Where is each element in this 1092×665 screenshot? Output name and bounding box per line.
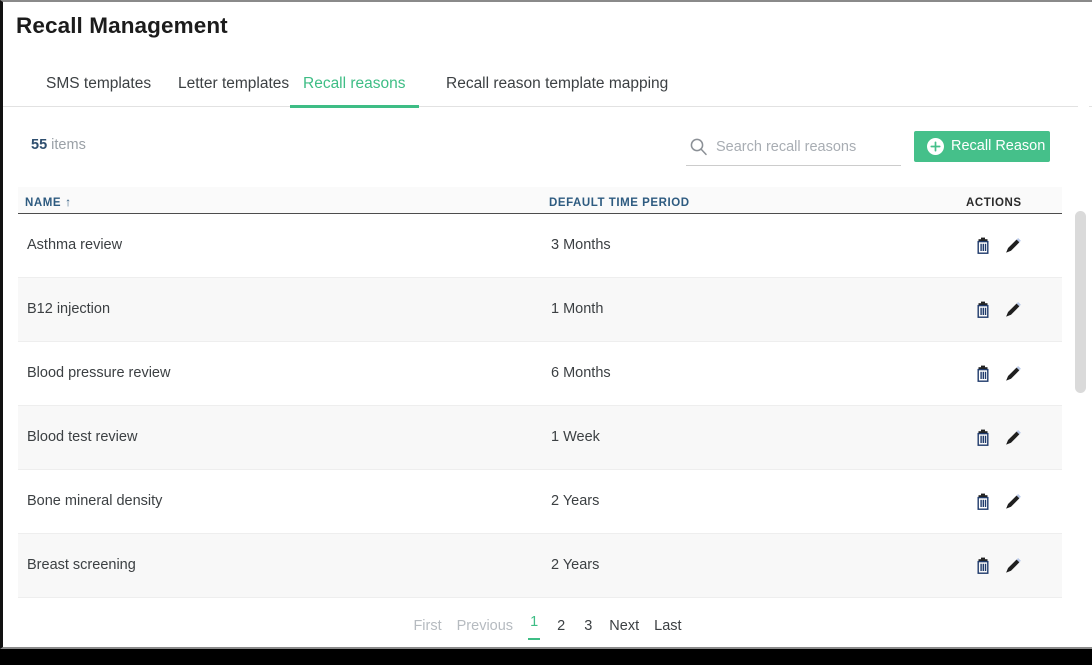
vertical-scrollbar-thumb[interactable] [1075, 211, 1086, 393]
cell-actions [973, 470, 1023, 533]
pencil-icon[interactable] [1003, 492, 1023, 512]
item-count-label: 55 items [31, 137, 86, 153]
table-header-row: NAME ↑ DEFAULT TIME PERIOD ACTIONS [18, 187, 1062, 214]
column-header-label: ACTIONS [966, 197, 1022, 209]
add-button-label: Recall Reason [951, 138, 1046, 154]
tab-bar: SMS templates Letter templates Recall re… [3, 64, 1092, 108]
tab-label: Letter templates [178, 75, 290, 92]
table-row[interactable]: Bone mineral density 2 Years [18, 470, 1062, 534]
cell-default-time-period: 1 Week [551, 429, 600, 445]
cell-default-time-period: 3 Months [551, 237, 611, 253]
pagination-page-3[interactable]: 3 [582, 616, 594, 637]
cell-default-time-period: 2 Years [551, 557, 600, 573]
cell-name: B12 injection [27, 301, 111, 317]
column-header-label: DEFAULT TIME PERIOD [549, 197, 690, 209]
trash-icon[interactable] [973, 236, 993, 256]
pagination: First Previous 1 2 3 Next Last [3, 609, 1092, 643]
table-row[interactable]: Blood test review 1 Week [18, 406, 1062, 470]
item-count-value: 55 [31, 137, 48, 153]
tab-label: SMS templates [46, 75, 152, 92]
item-count-unit: items [51, 137, 86, 153]
column-header-default-time-period[interactable]: DEFAULT TIME PERIOD [549, 197, 690, 209]
column-header-actions: ACTIONS [966, 197, 1022, 209]
cell-name: Bone mineral density [27, 493, 163, 509]
tab-label: Recall reasons [303, 75, 406, 92]
vertical-scrollbar-track[interactable] [1075, 106, 1089, 645]
table-row[interactable]: B12 injection 1 Month [18, 278, 1062, 342]
trash-icon[interactable] [973, 492, 993, 512]
pencil-icon[interactable] [1003, 300, 1023, 320]
search-field[interactable] [686, 132, 904, 166]
cell-actions [973, 214, 1023, 277]
cell-name: Asthma review [27, 237, 123, 253]
tab-recall-reasons[interactable]: Recall reasons [290, 64, 419, 108]
search-icon [689, 137, 708, 156]
pencil-icon[interactable] [1003, 236, 1023, 256]
pagination-page-1[interactable]: 1 [528, 612, 541, 640]
trash-icon[interactable] [973, 428, 993, 448]
sort-ascending-icon: ↑ [65, 195, 72, 209]
tab-recall-reason-template-mapping[interactable]: Recall reason template mapping [446, 64, 668, 105]
table-row[interactable]: Asthma review 3 Months [18, 214, 1062, 278]
trash-icon[interactable] [973, 300, 993, 320]
pagination-first[interactable]: First [413, 616, 441, 637]
tab-label: Recall reason template mapping [446, 75, 669, 92]
cell-actions [973, 342, 1023, 405]
cell-default-time-period: 2 Years [551, 493, 600, 509]
pagination-page-2[interactable]: 2 [555, 616, 567, 637]
pencil-icon[interactable] [1003, 364, 1023, 384]
cell-actions [973, 534, 1023, 597]
search-input[interactable] [714, 132, 904, 162]
cell-name: Blood pressure review [27, 365, 171, 381]
pagination-next[interactable]: Next [609, 616, 639, 637]
cell-default-time-period: 6 Months [551, 365, 611, 381]
recall-reasons-table: NAME ↑ DEFAULT TIME PERIOD ACTIONS Asthma… [18, 187, 1062, 598]
cell-actions [973, 406, 1023, 469]
plus-circle-icon [927, 138, 944, 155]
trash-icon[interactable] [973, 556, 993, 576]
add-recall-reason-button[interactable]: Recall Reason [914, 131, 1050, 162]
cell-name: Blood test review [27, 429, 138, 445]
page-title: Recall Management [16, 13, 228, 38]
table-row[interactable]: Breast screening 2 Years [18, 534, 1062, 598]
cell-actions [973, 278, 1023, 341]
column-header-name[interactable]: NAME ↑ [25, 196, 72, 209]
pencil-icon[interactable] [1003, 428, 1023, 448]
cell-default-time-period: 1 Month [551, 301, 604, 317]
pagination-last[interactable]: Last [654, 616, 681, 637]
tab-letter-templates[interactable]: Letter templates [178, 64, 289, 105]
pencil-icon[interactable] [1003, 556, 1023, 576]
table-row[interactable]: Blood pressure review 6 Months [18, 342, 1062, 406]
cell-name: Breast screening [27, 557, 136, 573]
pagination-previous[interactable]: Previous [457, 616, 513, 637]
tab-sms-templates[interactable]: SMS templates [46, 64, 151, 105]
column-header-label: NAME [25, 197, 62, 209]
recall-management-window: Recall Management SMS templates Letter t… [0, 0, 1092, 649]
trash-icon[interactable] [973, 364, 993, 384]
